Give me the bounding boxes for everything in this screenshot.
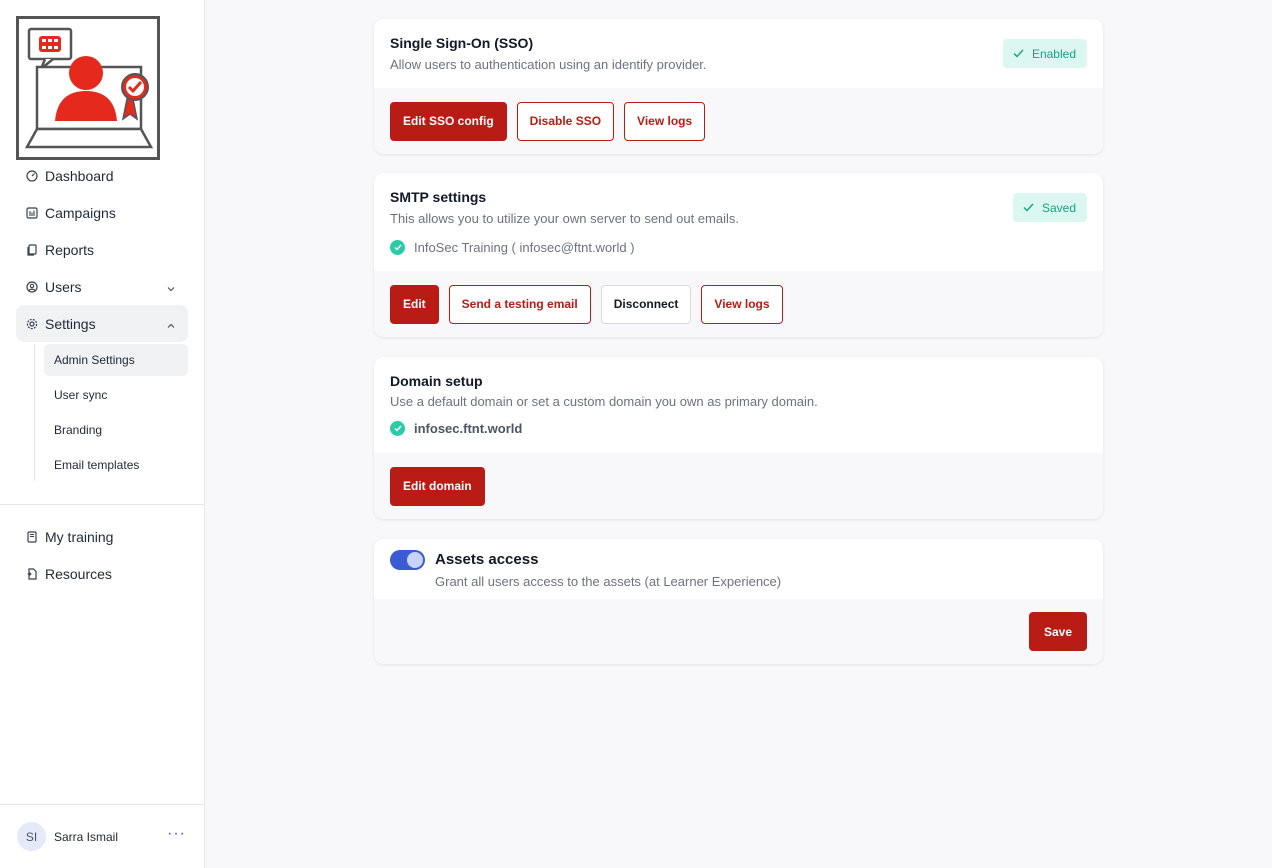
nav-label: Users [45, 278, 82, 295]
user-circle-icon [26, 280, 38, 293]
edit-domain-button[interactable]: Edit domain [390, 466, 485, 506]
gauge-icon [26, 169, 38, 182]
nav-label: Settings [45, 315, 96, 332]
edit-smtp-button[interactable]: Edit [390, 284, 439, 324]
edit-sso-config-button[interactable]: Edit SSO config [390, 101, 507, 141]
nav-campaigns[interactable]: Campaigns [16, 194, 188, 231]
smtp-status-text: InfoSec Training ( infosec@ftnt.world ) [414, 240, 635, 255]
nav-label: Reports [45, 241, 95, 258]
domain-title: Domain setup [390, 373, 483, 389]
user-profile-bar: SI Sarra Ismail ··· [0, 804, 204, 868]
settings-subnav: Admin Settings User sync Branding Email … [34, 344, 188, 481]
subnav-user-sync[interactable]: User sync [44, 379, 188, 411]
smtp-actions: Edit Send a testing email Disconnect Vie… [374, 271, 1103, 337]
nav-label: My training [45, 528, 114, 545]
nav-my-training[interactable]: My training [16, 518, 188, 555]
assets-access-toggle[interactable] [390, 550, 425, 570]
assets-title: Assets access [435, 551, 539, 568]
sso-description: Allow users to authentication using an i… [390, 57, 707, 72]
main-nav: Dashboard Campaigns Reports Users Settin… [16, 157, 188, 484]
toggle-knob [407, 552, 423, 568]
disable-sso-button[interactable]: Disable SSO [516, 101, 615, 141]
smtp-description: This allows you to utilize your own serv… [390, 211, 739, 226]
view-logs-button[interactable]: View logs [624, 101, 706, 141]
sso-title: Single Sign-On (SSO) [390, 35, 534, 51]
domain-status-text: infosec.ftnt.world [414, 421, 523, 436]
subnav-admin-settings[interactable]: Admin Settings [44, 344, 188, 376]
nav-label: Resources [45, 565, 112, 582]
status-badge: Saved [1012, 193, 1087, 222]
subnav-email-templates[interactable]: Email templates [44, 449, 188, 481]
check-circle-icon [390, 421, 405, 436]
gear-icon [26, 318, 38, 330]
book-icon [26, 530, 38, 543]
check-icon [1023, 203, 1034, 212]
nav-reports[interactable]: Reports [16, 231, 188, 268]
sso-card: Single Sign-On (SSO) Allow users to auth… [374, 19, 1103, 154]
nav-users[interactable]: Users [16, 268, 188, 305]
nav-label: Dashboard [45, 167, 114, 184]
nav-label: Campaigns [45, 204, 116, 221]
send-test-email-button[interactable]: Send a testing email [448, 284, 591, 324]
chevron-down-icon [166, 281, 176, 292]
check-icon [1013, 49, 1024, 58]
status-badge-label: Enabled [1031, 46, 1076, 61]
nav-resources[interactable]: Resources [16, 555, 188, 592]
avatar[interactable]: SI [17, 822, 46, 851]
secondary-nav: My training Resources [16, 518, 188, 592]
sidebar: Dashboard Campaigns Reports Users Settin… [0, 0, 205, 868]
assets-description: Grant all users access to the assets (at… [435, 574, 782, 589]
more-options-icon[interactable]: ··· [167, 826, 186, 842]
assets-card: Assets access Grant all users access to … [374, 539, 1103, 664]
app-logo [16, 16, 160, 160]
assets-actions: Save [374, 599, 1103, 664]
nav-dashboard[interactable]: Dashboard [16, 157, 188, 194]
save-button[interactable]: Save [1028, 612, 1087, 651]
domain-description: Use a default domain or set a custom dom… [390, 394, 818, 409]
smtp-title: SMTP settings [390, 189, 487, 205]
domain-status: infosec.ftnt.world [390, 421, 1087, 436]
status-badge-label: Saved [1041, 200, 1076, 215]
domain-actions: Edit domain [374, 453, 1103, 519]
smtp-status: InfoSec Training ( infosec@ftnt.world ) [390, 240, 1087, 255]
domain-card: Domain setup Use a default domain or set… [374, 357, 1103, 519]
view-logs-button[interactable]: View logs [701, 284, 783, 324]
disconnect-button[interactable]: Disconnect [600, 284, 692, 324]
status-badge: Enabled [1002, 39, 1087, 68]
check-circle-icon [390, 240, 405, 255]
subnav-branding[interactable]: Branding [44, 414, 188, 446]
resources-icon [26, 567, 38, 580]
smtp-card: SMTP settings This allows you to utilize… [374, 173, 1103, 337]
reports-icon [26, 243, 38, 256]
campaigns-icon [26, 206, 38, 219]
chevron-up-icon [166, 318, 176, 328]
sidebar-divider [0, 504, 204, 505]
user-name: Sarra Ismail [54, 829, 119, 844]
sso-actions: Edit SSO config Disable SSO View logs [374, 88, 1103, 154]
nav-settings[interactable]: Settings [16, 305, 188, 342]
